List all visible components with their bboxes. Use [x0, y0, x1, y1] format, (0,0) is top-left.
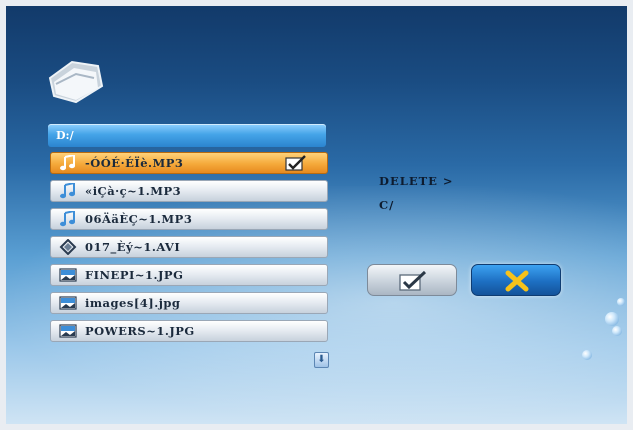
- file-name: -ÓÓÉ·ÉÏè.MP3: [85, 156, 184, 170]
- screen: D:/ -ÓÓÉ·ÉÏè.MP3 «iÇà·ç~1.MP3 06ÄäÈÇ~1.M…: [6, 6, 627, 424]
- file-row[interactable]: images[4].jpg: [50, 292, 328, 314]
- check-icon: [399, 270, 427, 291]
- music-icon: [60, 183, 75, 199]
- decorative-bubble: [612, 326, 622, 336]
- selected-check-icon: [285, 155, 306, 171]
- file-list: -ÓÓÉ·ÉÏè.MP3 «iÇà·ç~1.MP3 06ÄäÈÇ~1.MP3 0…: [50, 152, 328, 348]
- file-row[interactable]: POWERS~1.JPG: [50, 320, 328, 342]
- file-row[interactable]: FINEPI~1.JPG: [50, 264, 328, 286]
- decorative-bubble: [617, 298, 625, 306]
- music-icon: [60, 211, 75, 227]
- current-path-bar: D:/: [48, 124, 326, 147]
- current-path: D:/: [56, 129, 74, 142]
- delete-dialog-title: DELETE >: [379, 174, 454, 188]
- image-icon: [59, 296, 77, 310]
- file-name: 017_Èý~1.AVI: [85, 240, 181, 254]
- video-icon: [59, 239, 77, 255]
- decorative-bubble: [605, 312, 619, 326]
- file-row[interactable]: «iÇà·ç~1.MP3: [50, 180, 328, 202]
- file-name: 06ÄäÈÇ~1.MP3: [85, 212, 193, 226]
- delete-dialog-path: C/: [379, 198, 395, 212]
- x-icon: [505, 270, 529, 292]
- file-name: POWERS~1.JPG: [85, 324, 195, 338]
- image-icon: [59, 324, 77, 338]
- decorative-bubble: [582, 350, 592, 360]
- file-row[interactable]: 017_Èý~1.AVI: [50, 236, 328, 258]
- music-icon: [60, 155, 75, 171]
- confirm-delete-button[interactable]: [367, 264, 457, 296]
- file-row[interactable]: -ÓÓÉ·ÉÏè.MP3: [50, 152, 328, 174]
- file-row[interactable]: 06ÄäÈÇ~1.MP3: [50, 208, 328, 230]
- file-name: images[4].jpg: [85, 296, 181, 310]
- folder-icon: [48, 60, 104, 104]
- file-name: «iÇà·ç~1.MP3: [85, 184, 182, 198]
- file-name: FINEPI~1.JPG: [85, 268, 184, 282]
- scroll-down-arrow-icon[interactable]: ⬇: [314, 352, 329, 368]
- image-icon: [59, 268, 77, 282]
- cancel-delete-button[interactable]: [471, 264, 561, 296]
